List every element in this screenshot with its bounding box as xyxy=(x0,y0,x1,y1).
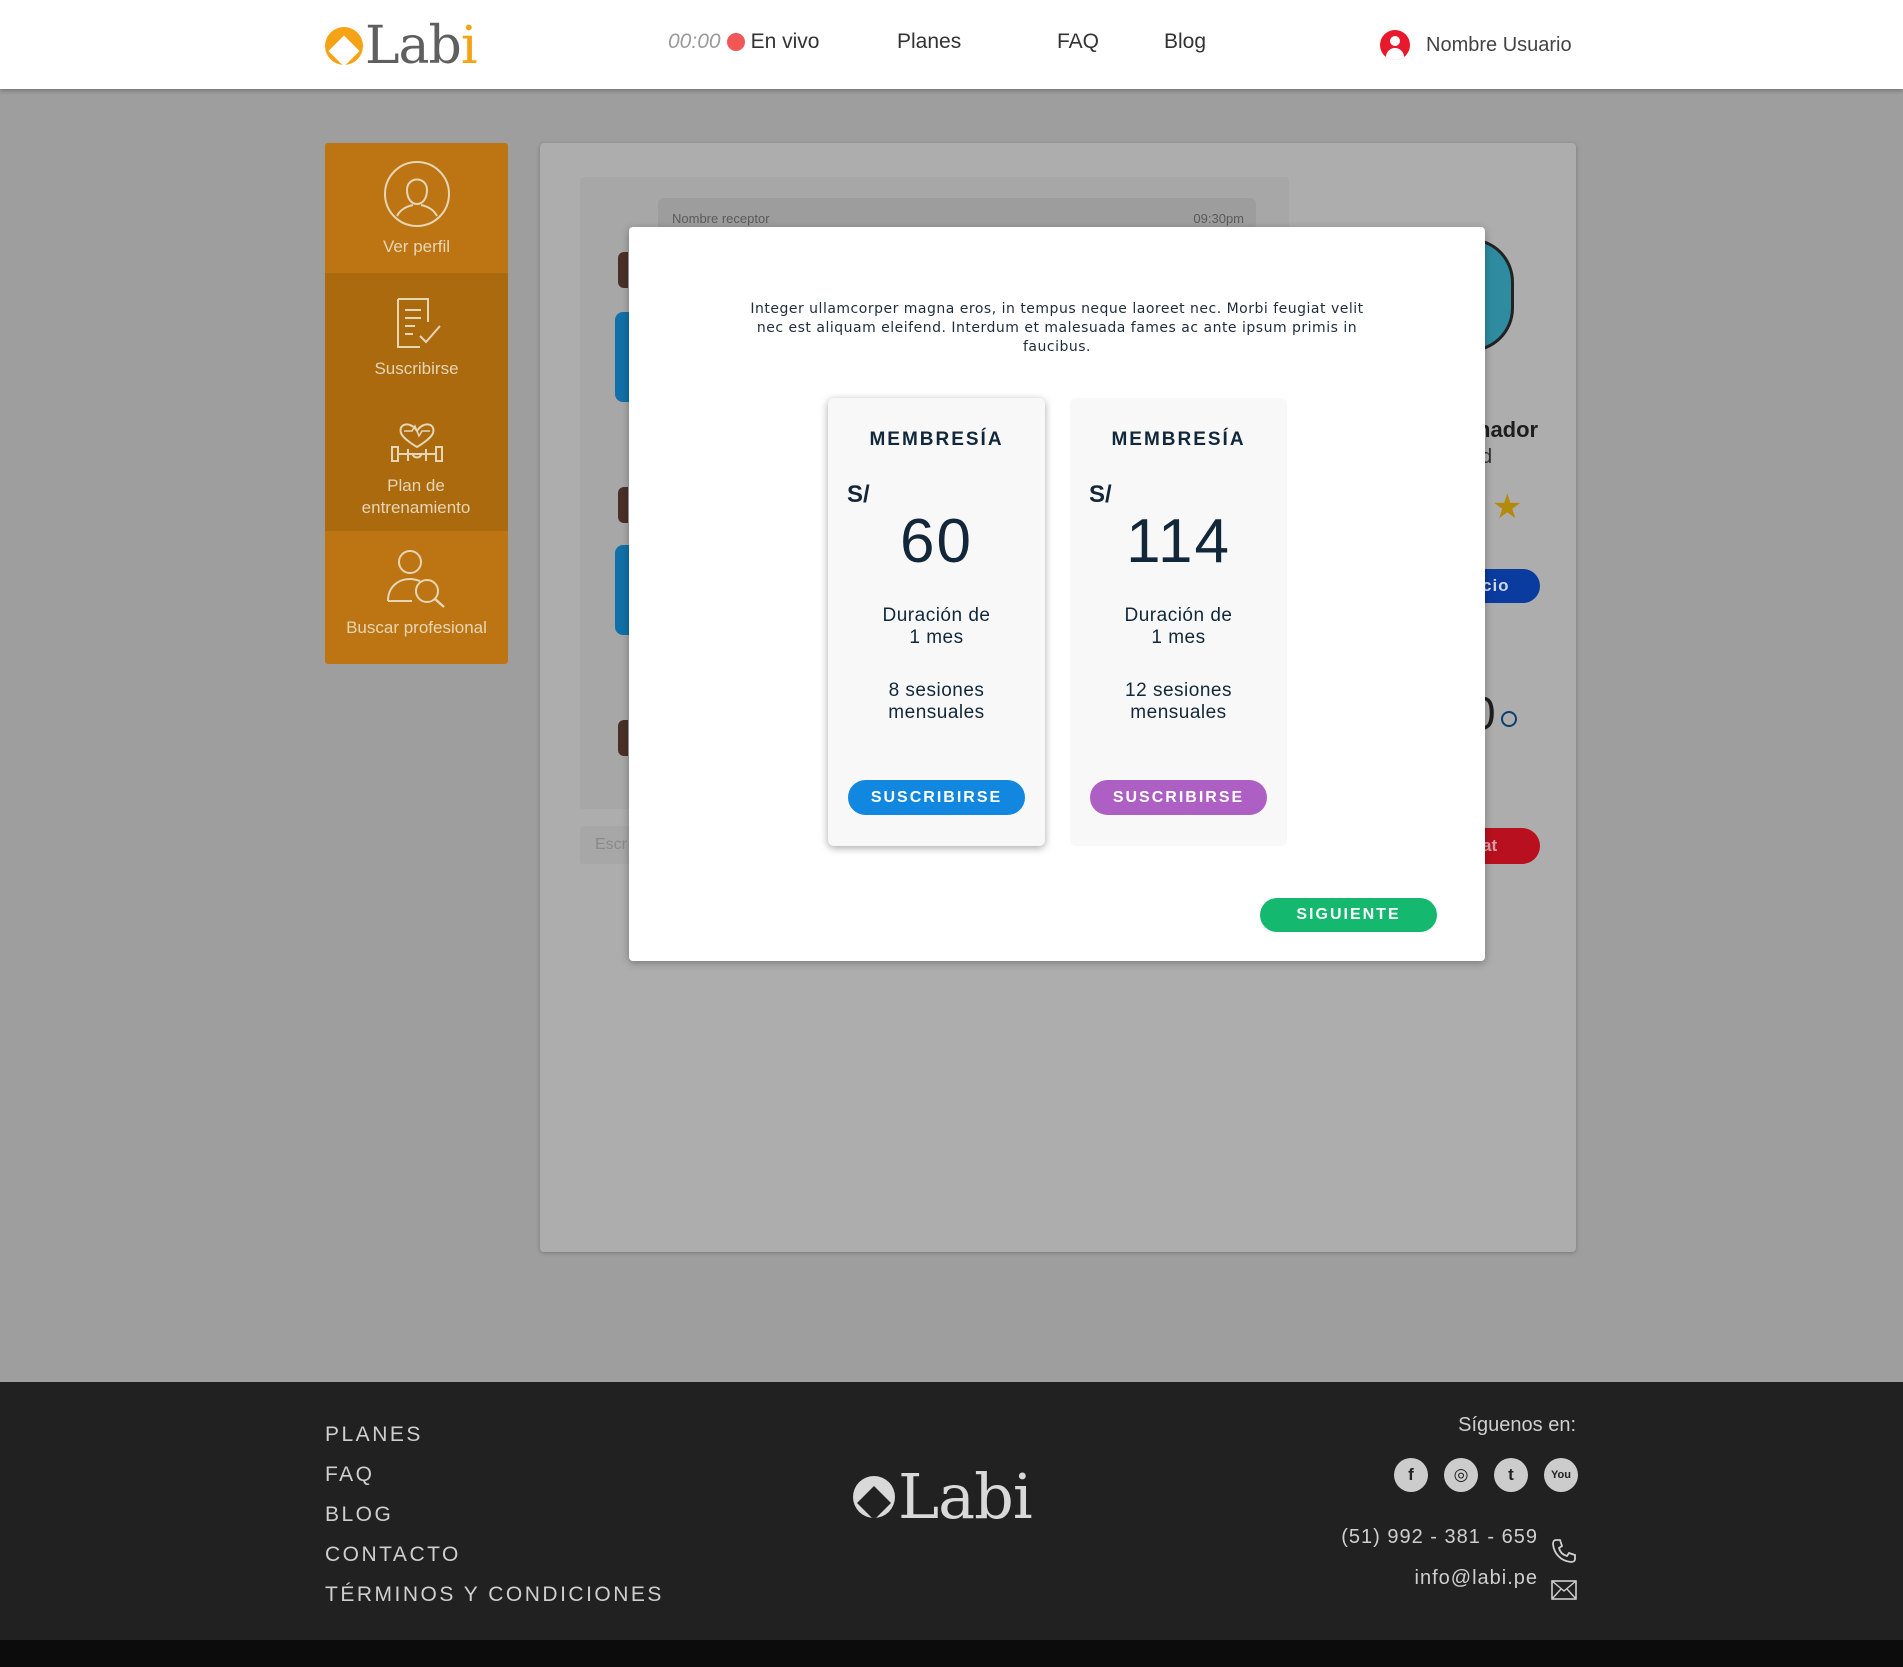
chat-avatar xyxy=(618,720,628,756)
footer-link-contacto[interactable]: CONTACTO xyxy=(325,1535,664,1575)
subscription-modal: Integer ullamcorper magna eros, in tempu… xyxy=(629,227,1485,961)
chat-bubble xyxy=(615,312,629,402)
footer-logo-text: Labi xyxy=(898,1460,1033,1533)
twitter-icon[interactable]: t xyxy=(1494,1458,1528,1492)
plan-card-60[interactable]: MEMBRESÍA S/ 60 Duración de 1 mes 8 sesio… xyxy=(828,398,1045,846)
document-check-icon xyxy=(396,298,441,348)
plan-price: 60 xyxy=(900,507,973,576)
sidebar-item-label: Buscar profesional xyxy=(346,618,487,637)
footer-link-planes[interactable]: PLANES xyxy=(325,1415,664,1455)
fitness-heart-icon xyxy=(390,423,443,462)
chat-avatar xyxy=(618,252,628,288)
trainer-name: nador xyxy=(1477,417,1539,442)
sidebar-item-label: Plan de entrenamiento xyxy=(361,476,471,517)
user-name: Nombre Usuario xyxy=(1426,33,1572,56)
message-header: Nombre receptor 09:30pm xyxy=(658,198,1256,230)
clock-icon xyxy=(1501,711,1517,727)
star-icon: ★ xyxy=(1492,488,1523,526)
plan-currency: S/ xyxy=(847,481,870,508)
live-label: En vivo xyxy=(750,30,820,53)
footer-bottom-bar xyxy=(0,1640,1903,1667)
sidebar: Ver perfil Suscribirse Plan de entrenami… xyxy=(325,143,508,664)
plan-duration: Duración de 1 mes xyxy=(1124,605,1233,648)
nav-planes[interactable]: Planes xyxy=(897,30,961,54)
sidebar-item-suscribirse[interactable]: Suscribirse xyxy=(325,273,508,403)
footer-email[interactable]: info@labi.pe xyxy=(1415,1567,1538,1590)
chat-bubble xyxy=(615,545,629,635)
logo-mark-icon xyxy=(325,27,363,65)
footer-phone[interactable]: (51) 992 - 381 - 659 xyxy=(1341,1526,1538,1549)
live-dot-icon xyxy=(726,33,745,51)
user-menu[interactable]: Nombre Usuario xyxy=(1380,30,1572,60)
sidebar-item-plan-entrenamiento[interactable]: Plan de entrenamiento xyxy=(325,403,508,531)
user-search-icon xyxy=(386,550,445,608)
follow-label: Síguenos en: xyxy=(1458,1414,1576,1436)
footer-links: PLANES FAQ BLOG CONTACTO TÉRMINOS Y COND… xyxy=(325,1415,664,1615)
user-avatar-icon xyxy=(1380,30,1410,60)
footer-link-terminos[interactable]: TÉRMINOS Y CONDICIONES xyxy=(325,1575,664,1615)
message-time: 09:30pm xyxy=(1193,211,1244,226)
user-outline-icon xyxy=(383,161,450,227)
message-receiver-name: Nombre receptor xyxy=(672,211,770,226)
nav-blog[interactable]: Blog xyxy=(1164,30,1206,54)
sidebar-item-ver-perfil[interactable]: Ver perfil xyxy=(325,143,508,273)
subscribe-button[interactable]: SUSCRIBIRSE xyxy=(1090,780,1267,815)
plan-duration: Duración de 1 mes xyxy=(882,605,991,648)
sidebar-item-label: Suscribirse xyxy=(374,359,459,378)
plan-sessions: 8 sesiones mensuales xyxy=(888,680,985,723)
logo[interactable]: Labi xyxy=(325,16,477,76)
modal-description: Integer ullamcorper magna eros, in tempu… xyxy=(750,301,1364,355)
youtube-icon[interactable]: You xyxy=(1544,1458,1578,1492)
mail-icon xyxy=(1551,1580,1577,1600)
plan-sessions: 12 sesiones mensuales xyxy=(1125,680,1232,723)
footer: PLANES FAQ BLOG CONTACTO TÉRMINOS Y COND… xyxy=(0,1382,1903,1640)
nav-faq[interactable]: FAQ xyxy=(1057,30,1099,54)
plan-price: 114 xyxy=(1126,507,1231,576)
chat-avatar xyxy=(618,487,628,523)
plan-title: MEMBRESÍA xyxy=(869,429,1004,450)
nav-live[interactable]: 00:00 En vivo xyxy=(668,30,819,54)
plan-currency: S/ xyxy=(1089,481,1112,508)
instagram-icon[interactable]: ◎ xyxy=(1444,1458,1478,1492)
footer-link-faq[interactable]: FAQ xyxy=(325,1455,664,1495)
subscribe-button[interactable]: SUSCRIBIRSE xyxy=(848,780,1025,815)
social-icons: f ◎ t You xyxy=(1394,1458,1594,1492)
footer-link-blog[interactable]: BLOG xyxy=(325,1495,664,1535)
phone-icon xyxy=(1552,1539,1576,1563)
sidebar-item-label: Ver perfil xyxy=(382,237,451,256)
plan-card-114[interactable]: MEMBRESÍA S/ 114 Duración de 1 mes 12 ses… xyxy=(1070,398,1287,846)
top-header: Labi 00:00 En vivo Planes FAQ Blog Nombr… xyxy=(0,0,1903,89)
footer-logo[interactable]: Labi xyxy=(853,1460,1033,1533)
sidebar-item-buscar-profesional[interactable]: Buscar profesional xyxy=(325,531,508,664)
live-time: 00:00 xyxy=(668,30,721,53)
footer-logo-mark-icon xyxy=(853,1476,895,1518)
plan-title: MEMBRESÍA xyxy=(1111,429,1246,450)
next-button[interactable]: SIGUIENTE xyxy=(1260,898,1437,932)
facebook-icon[interactable]: f xyxy=(1394,1458,1428,1492)
logo-text: Labi xyxy=(365,16,477,76)
